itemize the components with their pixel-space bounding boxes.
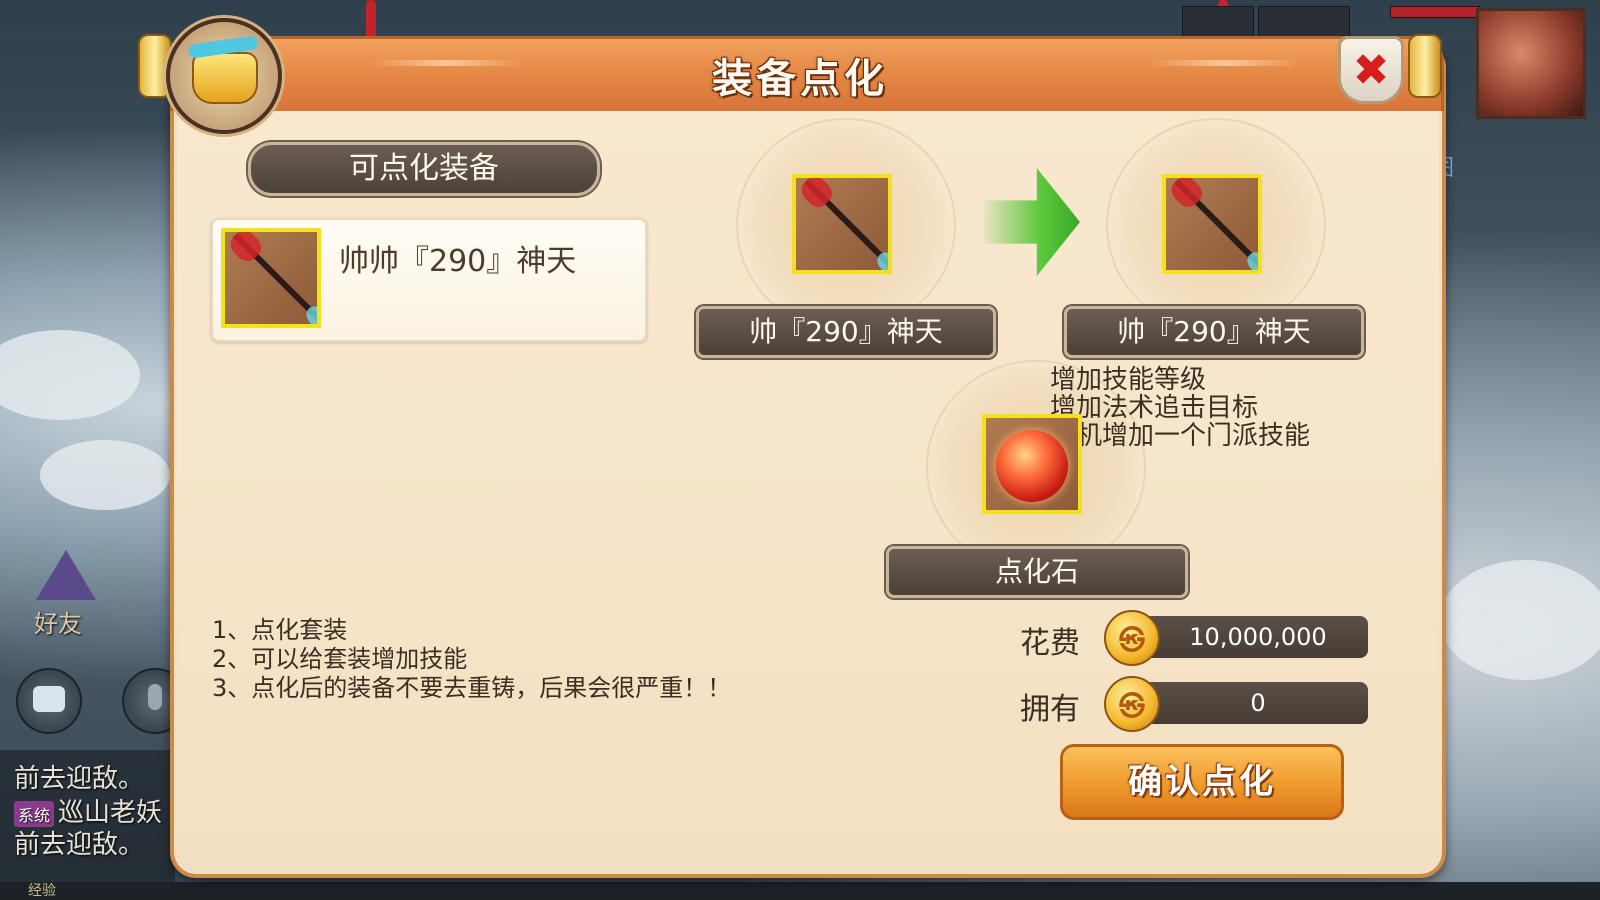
rule-line: 2、可以给套装增加技能 bbox=[212, 645, 468, 673]
hud-slot[interactable] bbox=[1258, 6, 1350, 38]
effect-line: 增加法术追击目标 bbox=[1050, 393, 1259, 423]
spear-icon bbox=[233, 233, 317, 324]
cauldron-icon bbox=[192, 52, 258, 104]
refinable-equipment-header: 可点化装备 bbox=[248, 142, 600, 196]
microphone-icon bbox=[148, 684, 162, 710]
equipment-name: 帅帅『290』神天 bbox=[339, 244, 577, 279]
chat-button[interactable] bbox=[16, 668, 82, 734]
gold-coin-icon: ㉿ bbox=[1104, 676, 1160, 732]
snow-roof bbox=[1440, 560, 1600, 680]
chat-bubble-icon bbox=[33, 686, 65, 712]
spear-icon bbox=[804, 179, 888, 270]
exp-label: 经验 bbox=[28, 883, 56, 899]
refine-stone-label: 点化石 bbox=[886, 546, 1188, 598]
dialog-medallion bbox=[166, 18, 282, 134]
cost-value: 10,000,000 bbox=[1128, 616, 1368, 658]
snow-tree bbox=[0, 330, 140, 420]
chat-line: 前去迎敌。 bbox=[14, 830, 145, 860]
system-tag: 系统 bbox=[14, 800, 55, 827]
red-rope bbox=[366, 0, 376, 40]
rule-line: 1、点化套装 bbox=[212, 616, 348, 644]
player-hp-bar bbox=[1390, 6, 1480, 18]
friend-hat-icon bbox=[36, 550, 96, 600]
effect-line: 随机增加一个门派技能 bbox=[1050, 421, 1311, 451]
rule-line: 3、点化后的装备不要去重铸，后果会很严重！！ bbox=[212, 674, 732, 702]
close-button[interactable]: ✖ bbox=[1338, 36, 1404, 104]
refine-stone-slot[interactable] bbox=[982, 414, 1082, 514]
equipment-slot bbox=[221, 228, 321, 328]
friends-label: 好友 bbox=[34, 610, 82, 638]
gold-coin-icon: ㉿ bbox=[1104, 610, 1160, 666]
own-label: 拥有 bbox=[1020, 692, 1080, 727]
refine-rules: 1、点化套装 2、可以给套装增加技能 3、点化后的装备不要去重铸，后果会很严重！… bbox=[212, 616, 731, 703]
before-equipment-slot[interactable] bbox=[792, 174, 892, 274]
equipment-list-item[interactable]: 帅帅『290』神天 bbox=[211, 218, 647, 342]
snow-tree bbox=[40, 440, 170, 510]
after-equipment-slot[interactable] bbox=[1162, 174, 1262, 274]
after-equipment-name: 帅『290』神天 bbox=[1064, 306, 1364, 358]
chat-panel[interactable]: 前去迎敌。 系统 巡山老妖 前去迎敌。 bbox=[0, 750, 175, 890]
hud-slot[interactable] bbox=[1182, 6, 1254, 38]
effect-line: 增加技能等级 bbox=[1050, 365, 1207, 395]
refine-effects: 增加技能等级 增加法术追击目标 随机增加一个门派技能 bbox=[1050, 366, 1310, 450]
confirm-refine-button[interactable]: 确认点化 bbox=[1060, 744, 1344, 820]
cost-label: 花费 bbox=[1020, 626, 1080, 661]
chat-line: 前去迎敌。 bbox=[14, 764, 145, 794]
spear-icon bbox=[1174, 179, 1258, 270]
friends-button[interactable]: 好友 bbox=[16, 540, 106, 640]
before-equipment-name: 帅『290』神天 bbox=[696, 306, 996, 358]
own-value: 0 bbox=[1128, 682, 1368, 724]
red-orb-icon bbox=[996, 430, 1068, 502]
exp-bar: 经验 bbox=[0, 882, 1600, 900]
